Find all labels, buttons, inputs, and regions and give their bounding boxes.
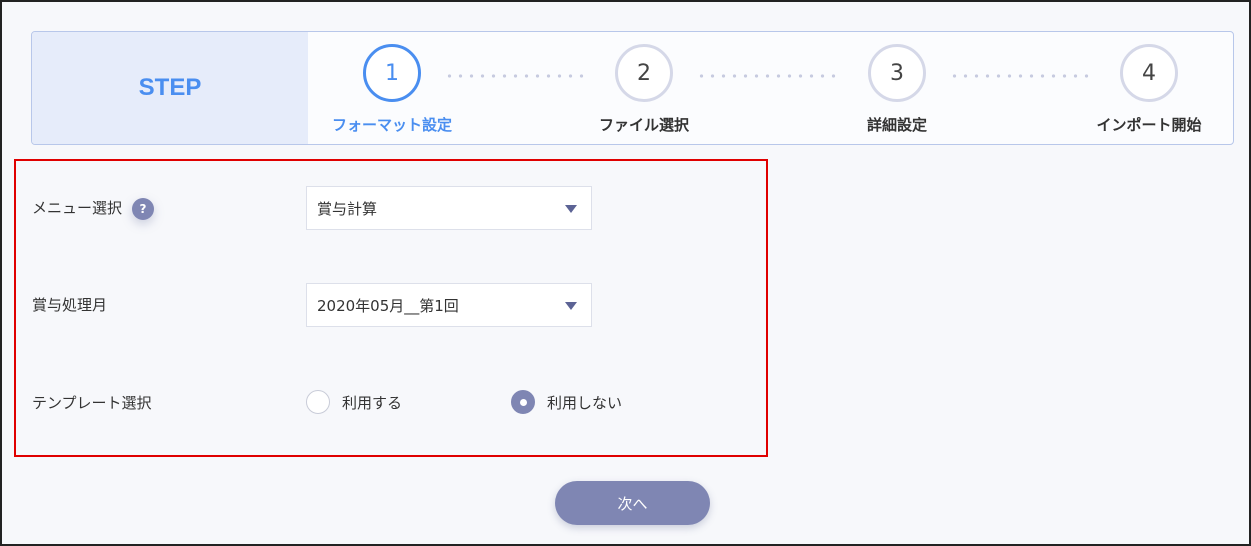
menu-select-row: メニュー選択? <box>32 197 155 220</box>
bonus-month-value: 2020年05月__第1回 <box>317 296 459 315</box>
step-3-circle: 3 <box>868 44 926 102</box>
step-connector <box>696 73 836 79</box>
radio-unchecked-icon[interactable] <box>306 390 330 414</box>
step-heading: STEP <box>32 32 308 144</box>
template-use-radio[interactable]: 利用する <box>306 390 402 414</box>
settings-form-highlight: メニュー選択? 賞与計算 賞与処理月 2020年05月__第1回 テンプレート選… <box>14 159 768 457</box>
template-no-use-label: 利用しない <box>547 393 623 412</box>
help-icon[interactable]: ? <box>132 197 155 220</box>
template-no-use-radio[interactable]: 利用しない <box>511 390 622 414</box>
step-4: 4 インポート開始 <box>1069 44 1229 144</box>
step-1-label: フォーマット設定 <box>331 116 452 134</box>
menu-select-dropdown[interactable]: 賞与計算 <box>306 186 592 230</box>
step-progress-bar: STEP 1 フォーマット設定 2 ファイル選択 3 詳細設定 4 インポート開… <box>31 31 1234 145</box>
next-button[interactable]: 次へ <box>555 481 710 525</box>
menu-select-label: メニュー選択 <box>32 199 123 217</box>
menu-select-value: 賞与計算 <box>317 199 378 218</box>
chevron-down-icon <box>565 205 577 213</box>
template-use-label: 利用する <box>342 393 403 412</box>
bonus-month-label: 賞与処理月 <box>32 296 108 314</box>
step-connector <box>949 73 1089 79</box>
step-4-label: インポート開始 <box>1096 116 1202 134</box>
step-2: 2 ファイル選択 <box>564 44 724 144</box>
step-3: 3 詳細設定 <box>817 44 977 144</box>
step-2-circle: 2 <box>615 44 673 102</box>
step-connector <box>444 73 584 79</box>
bonus-month-dropdown[interactable]: 2020年05月__第1回 <box>306 283 592 327</box>
step-1: 1 フォーマット設定 <box>312 44 472 144</box>
step-2-label: ファイル選択 <box>598 116 689 134</box>
step-4-circle: 4 <box>1120 44 1178 102</box>
step-1-circle: 1 <box>363 44 421 102</box>
step-3-label: 詳細設定 <box>866 116 927 134</box>
radio-checked-icon[interactable] <box>511 390 535 414</box>
template-select-label: テンプレート選択 <box>32 394 152 412</box>
chevron-down-icon <box>565 302 577 310</box>
